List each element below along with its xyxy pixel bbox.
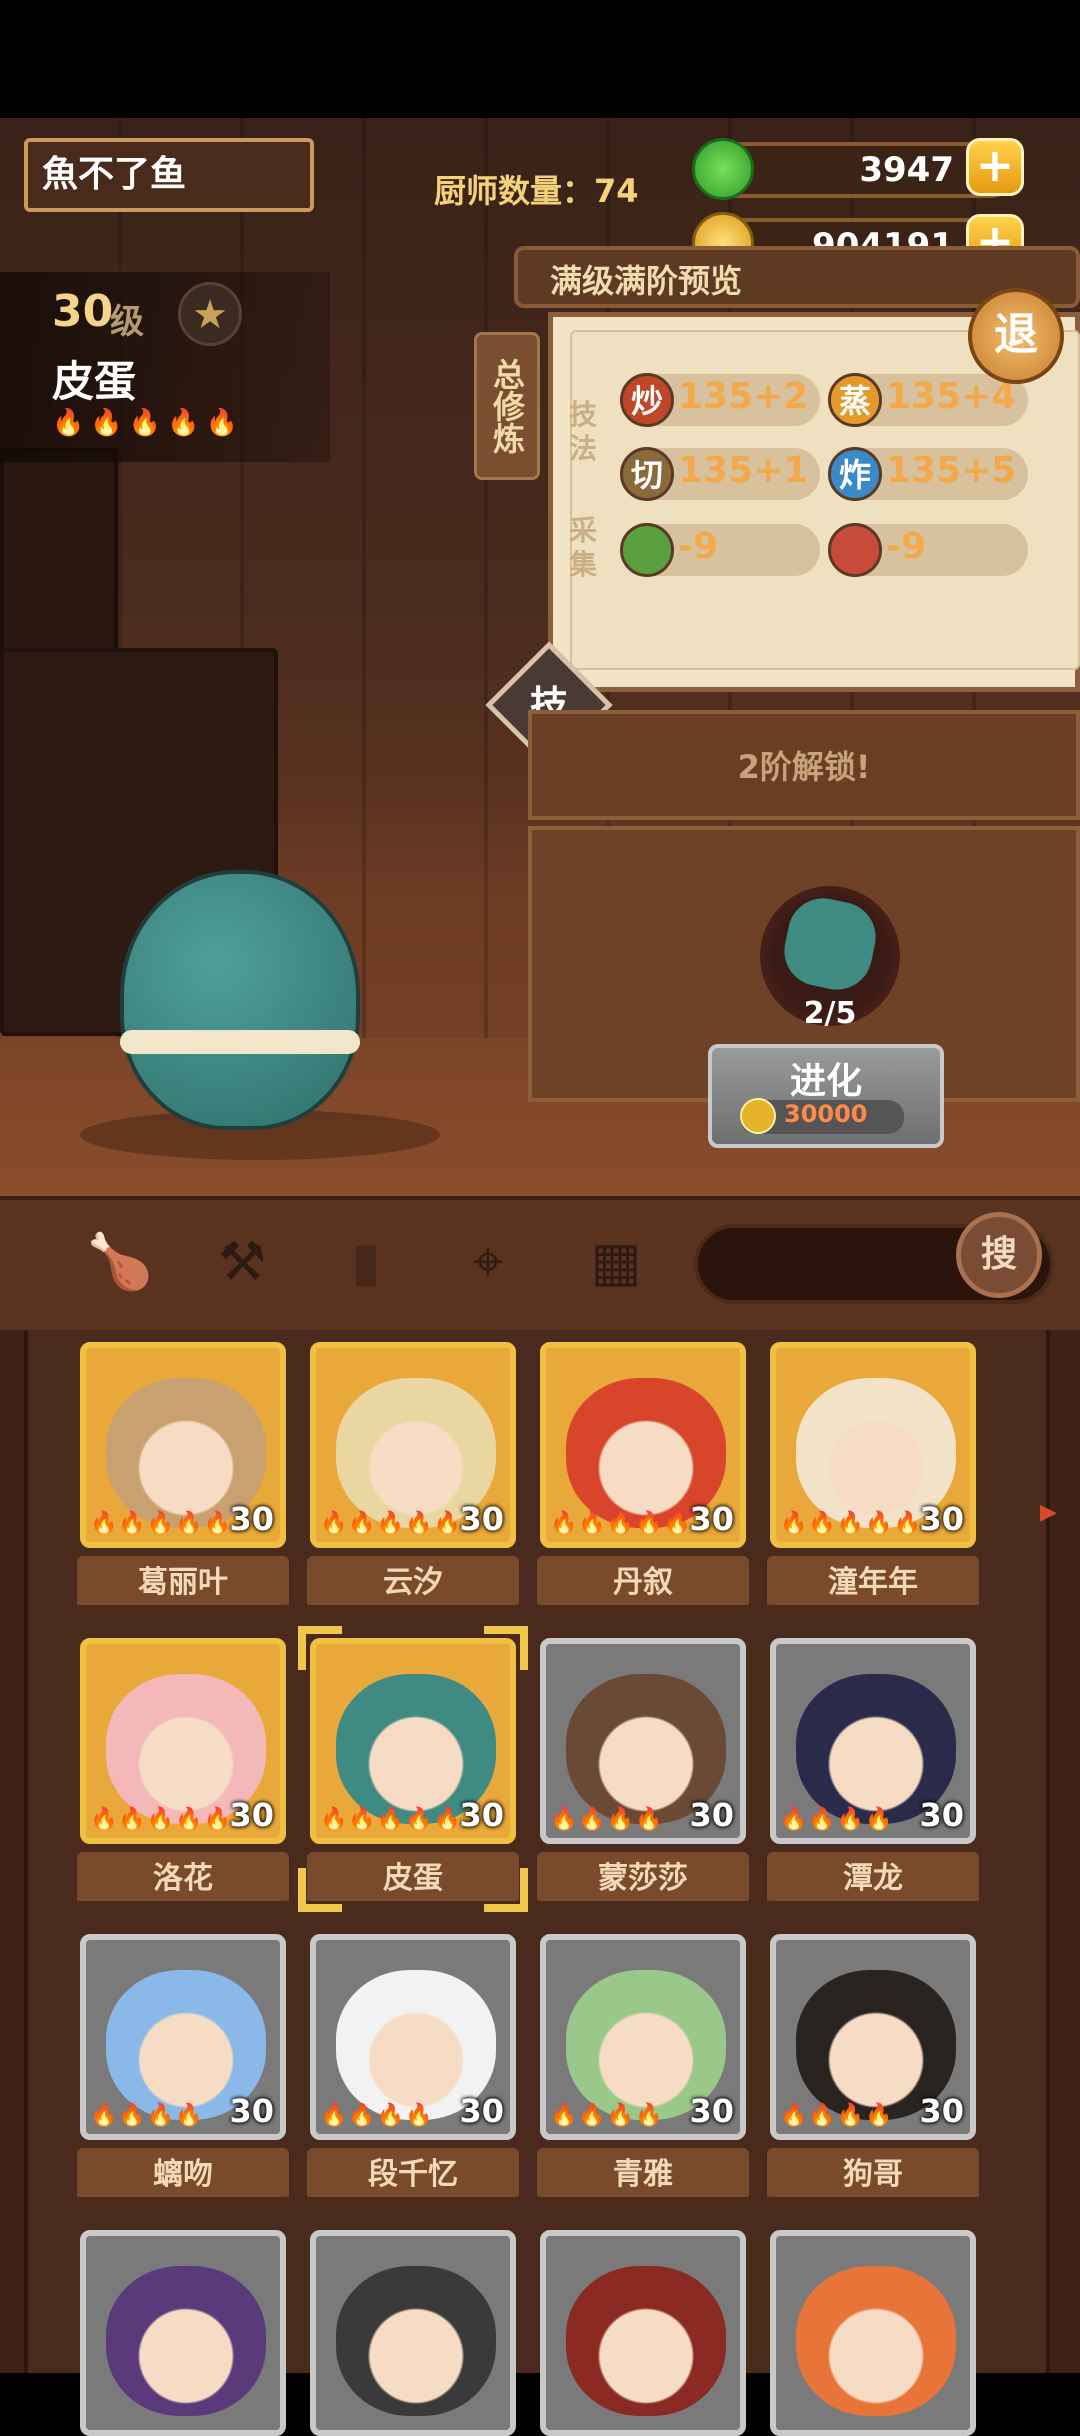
chef-card-level: 30: [689, 2092, 734, 2130]
chef-card[interactable]: [310, 2230, 516, 2436]
chef-card[interactable]: 🔥🔥🔥🔥🔥 30: [310, 1342, 516, 1548]
chef-card-level: 30: [919, 1796, 964, 1834]
chef-card-name: 洛花: [77, 1852, 289, 1906]
chef-card-level: 30: [919, 2092, 964, 2130]
chef-card-level: 30: [459, 1796, 504, 1834]
chef-portrait: [566, 2266, 726, 2416]
drumstick-icon[interactable]: 🍗: [84, 1226, 156, 1298]
chef-card-flames: 🔥🔥🔥🔥🔥: [550, 1511, 692, 1536]
chef-card-name: 云汐: [307, 1556, 519, 1610]
gather-section-label: 采集: [568, 514, 597, 581]
steam-icon: 蒸: [828, 373, 882, 427]
jar-icon[interactable]: ▮: [330, 1226, 402, 1298]
favorite-star-icon[interactable]: ★: [178, 282, 242, 346]
chef-card[interactable]: 🔥🔥🔥🔥 30: [540, 1638, 746, 1844]
meat-icon: [828, 523, 882, 577]
chef-card[interactable]: 🔥🔥🔥🔥 30: [310, 1934, 516, 2140]
meat-value: -9: [886, 526, 926, 567]
chef-card-flames: 🔥🔥🔥🔥: [90, 2103, 204, 2128]
chef-card[interactable]: 🔥🔥🔥🔥🔥 30: [80, 1342, 286, 1548]
chef-card-level: 30: [229, 2092, 274, 2130]
chef-card-level: 30: [689, 1796, 734, 1834]
chef-card[interactable]: [770, 2230, 976, 2436]
location-pin-icon[interactable]: ⌖: [452, 1226, 524, 1298]
vegetable-icon: [620, 523, 674, 577]
green-jade-icon: [692, 138, 754, 200]
chef-card[interactable]: 🔥🔥🔥🔥 30: [540, 1934, 746, 2140]
cut-icon: 切: [620, 447, 674, 501]
chef-card-flames: 🔥🔥🔥🔥: [550, 2103, 664, 2128]
vegetable-value: -9: [678, 526, 718, 567]
chef-card-name: 丹叙: [537, 1556, 749, 1610]
steam-value: 135+4: [886, 376, 1017, 417]
chef-card-flames: 🔥🔥🔥🔥🔥: [320, 1511, 462, 1536]
chef-portrait: [796, 2266, 956, 2416]
selection-corner: [298, 1868, 342, 1912]
map-icon[interactable]: ▦: [580, 1226, 652, 1298]
exit-button[interactable]: 退: [968, 288, 1064, 384]
evolve-cost: 30000: [784, 1100, 868, 1128]
evolve-count: 2/5: [803, 996, 857, 1031]
chef-card-name: 潭龙: [767, 1852, 979, 1906]
unlock-text: 2阶解锁!: [737, 748, 871, 786]
character-rope: [120, 1030, 360, 1054]
chef-card-level: 30: [229, 1796, 274, 1834]
chef-card-flames: 🔥🔥🔥🔥🔥: [90, 1807, 232, 1832]
chef-card-level: 30: [689, 1500, 734, 1538]
search-button[interactable]: 搜: [956, 1212, 1042, 1298]
chef-card[interactable]: 🔥🔥🔥🔥🔥 30: [770, 1342, 976, 1548]
chef-card-name: 葛丽叶: [77, 1556, 289, 1610]
chef-card[interactable]: 🔥🔥🔥🔥 30: [770, 1638, 976, 1844]
chef-card-name: 段千忆: [307, 2148, 519, 2202]
chef-card[interactable]: 🔥🔥🔥🔥 30: [770, 1934, 976, 2140]
selection-corner: [484, 1868, 528, 1912]
preview-title: 满级满阶预览: [550, 262, 743, 300]
chef-portrait: [336, 2266, 496, 2416]
chef-card-name: 螭吻: [77, 2148, 289, 2202]
chef-card-flames: 🔥🔥🔥🔥🔥: [780, 1511, 922, 1536]
chef-card-flames: 🔥🔥🔥🔥: [780, 1807, 894, 1832]
chef-level-number: 30: [52, 286, 114, 337]
chef-name: 皮蛋: [52, 357, 137, 406]
chef-card[interactable]: [80, 2230, 286, 2436]
skill-section-label: 技法: [568, 398, 597, 465]
chef-card-name: 狗哥: [767, 2148, 979, 2202]
chef-card[interactable]: 🔥🔥🔥🔥🔥 30: [540, 1342, 746, 1548]
chef-card-flames: 🔥🔥🔥🔥🔥: [320, 1807, 462, 1832]
total-training-tab[interactable]: 总修炼: [474, 332, 540, 480]
fry-value: 135+5: [886, 450, 1017, 491]
chef-card[interactable]: [540, 2230, 746, 2436]
stir-fry-icon: 炒: [620, 373, 674, 427]
coin-icon: [740, 1098, 776, 1134]
chef-card-level: 30: [919, 1500, 964, 1538]
chef-count: 厨师数量：74: [434, 172, 639, 210]
chef-card-name: 蒙莎莎: [537, 1852, 749, 1906]
chef-card[interactable]: 🔥🔥🔥🔥 30: [80, 1934, 286, 2140]
add-jade-button[interactable]: +: [966, 138, 1024, 196]
wall-shelf: [0, 448, 118, 666]
cut-value: 135+1: [678, 450, 809, 491]
shovel-icon[interactable]: ⚒: [206, 1226, 278, 1298]
chef-level-unit: 级: [110, 302, 144, 342]
character-pidan: [120, 870, 360, 1130]
chef-card-name: 潼年年: [767, 1556, 979, 1610]
chef-card-level: 30: [459, 1500, 504, 1538]
fry-icon: 炸: [828, 447, 882, 501]
scroll-arrow-icon[interactable]: ▶: [1040, 1500, 1057, 1525]
chef-card-flames: 🔥🔥🔥🔥🔥: [90, 1511, 232, 1536]
chef-card-flames: 🔥🔥🔥🔥: [320, 2103, 434, 2128]
selection-corner: [298, 1626, 342, 1670]
player-name[interactable]: 魚不了鱼: [24, 138, 314, 212]
chef-rarity-flames: 🔥🔥🔥🔥🔥: [52, 408, 244, 438]
chef-card-level: 30: [459, 2092, 504, 2130]
chef-portrait: [106, 2266, 266, 2416]
chef-card-flames: 🔥🔥🔥🔥: [550, 1807, 664, 1832]
stir-fry-value: 135+2: [678, 376, 809, 417]
chef-card-flames: 🔥🔥🔥🔥: [780, 2103, 894, 2128]
chef-card-name: 青雅: [537, 2148, 749, 2202]
evolve-button-label: 进化: [789, 1061, 862, 1102]
chef-card-level: 30: [229, 1500, 274, 1538]
chef-card[interactable]: 🔥🔥🔥🔥🔥 30: [80, 1638, 286, 1844]
selection-corner: [484, 1626, 528, 1670]
